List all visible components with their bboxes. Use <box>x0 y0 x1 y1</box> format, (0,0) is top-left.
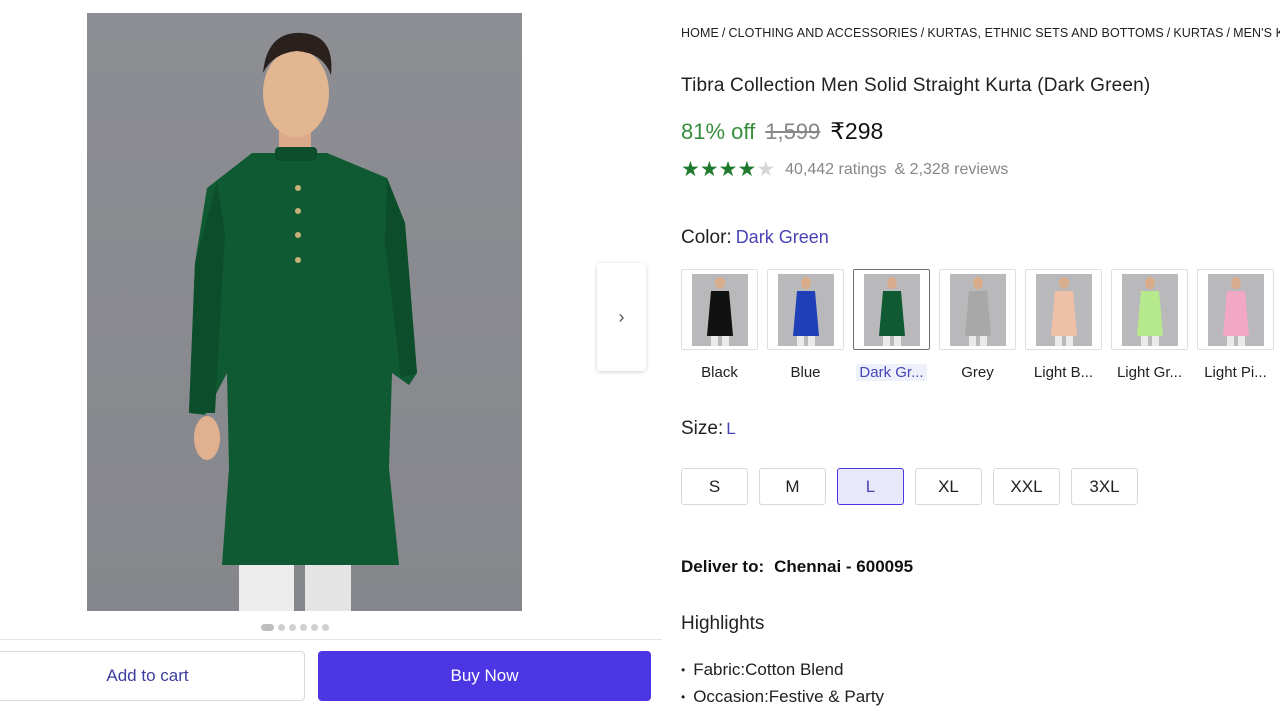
price-row: 81% off 1,599 ₹298 <box>681 118 883 145</box>
swatch-thumbnail <box>767 269 844 350</box>
swatch-label: Blue <box>790 364 821 381</box>
highlight-item: • Fabric:Cotton Blend <box>681 656 884 683</box>
swatch-thumbnail <box>853 269 930 350</box>
carousel-dot[interactable] <box>300 624 307 631</box>
swatch-thumbnail <box>1025 269 1102 350</box>
color-heading: Color: Dark Green <box>681 227 829 249</box>
breadcrumb-kurtas-ethnic[interactable]: KURTAS, ETHNIC SETS AND BOTTOMS <box>927 26 1163 40</box>
delivery-location[interactable]: Chennai - 600095 <box>774 557 913 576</box>
swatch-image <box>949 273 1006 346</box>
swatch-label: Dark Gr... <box>856 364 927 381</box>
carousel-dot[interactable] <box>311 624 318 631</box>
size-option[interactable]: S <box>681 468 748 505</box>
star-icon: ★ <box>756 158 776 181</box>
swatch-thumbnail <box>939 269 1016 350</box>
bullet-icon: • <box>681 662 686 677</box>
swatch-thumbnail <box>1111 269 1188 350</box>
carousel-next-button[interactable]: › <box>597 263 646 371</box>
highlight-item: • Occasion:Festive & Party <box>681 683 884 710</box>
breadcrumb-mens-kurtas[interactable]: MEN'S KURTAS <box>1233 26 1280 40</box>
color-swatch[interactable]: Light Gr... <box>1111 269 1188 381</box>
divider <box>0 639 662 640</box>
breadcrumb-kurtas[interactable]: KURTAS <box>1173 26 1223 40</box>
swatch-thumbnail <box>1197 269 1274 350</box>
color-swatch[interactable]: Black <box>681 269 758 381</box>
discount-percent: 81% off <box>681 119 756 144</box>
carousel-dot[interactable] <box>322 624 329 631</box>
deliver-label: Deliver to: <box>681 557 765 576</box>
carousel-dots <box>261 624 329 631</box>
product-title: Tibra Collection Men Solid Straight Kurt… <box>681 75 1151 96</box>
bullet-icon: • <box>681 689 686 704</box>
selling-price: ₹298 <box>830 118 884 144</box>
selected-color: Dark Green <box>735 227 829 247</box>
swatch-label: Grey <box>961 364 994 381</box>
breadcrumb-home[interactable]: HOME <box>681 26 719 40</box>
highlights-heading: Highlights <box>681 613 765 634</box>
star-icon: ★ <box>699 158 719 181</box>
color-swatch[interactable]: Light Pi... <box>1197 269 1274 381</box>
reviews-count: & 2,328 reviews <box>894 160 1009 178</box>
buy-now-button[interactable]: Buy Now <box>318 651 651 701</box>
size-option[interactable]: L <box>837 468 904 505</box>
breadcrumb-separator: / <box>920 26 925 40</box>
color-swatch[interactable]: Light B... <box>1025 269 1102 381</box>
selected-size: L <box>726 419 736 438</box>
star-icon: ★ <box>681 158 700 181</box>
rating-summary[interactable]: ★ ★ ★ ★ ★ 40,442 ratings & 2,328 reviews <box>681 159 1008 180</box>
star-rating: ★ ★ ★ ★ ★ <box>681 159 775 180</box>
color-label: Color: <box>681 227 732 248</box>
swatch-image <box>863 273 920 346</box>
carousel-dot[interactable] <box>289 624 296 631</box>
breadcrumb: HOME / CLOTHING AND ACCESSORIES / KURTAS, ET… <box>681 26 1280 40</box>
highlights-list: • Fabric:Cotton Blend • Occasion:Festive & … <box>681 656 884 710</box>
size-options: S M L XL XXL 3XL <box>681 468 1138 505</box>
swatch-label: Light Pi... <box>1204 364 1267 381</box>
color-swatch[interactable]: Dark Gr... <box>853 269 930 381</box>
swatch-label: Light B... <box>1033 364 1094 381</box>
carousel-dot[interactable] <box>261 624 274 631</box>
highlight-text: Occasion:Festive & Party <box>693 686 885 706</box>
size-heading: Size: L <box>681 418 736 440</box>
swatch-image <box>1207 273 1264 346</box>
swatch-image <box>691 273 748 346</box>
add-to-cart-button[interactable]: Add to cart <box>0 651 305 701</box>
swatch-thumbnail <box>681 269 758 350</box>
breadcrumb-separator: / <box>721 26 726 40</box>
delivery-info: Deliver to: Chennai - 600095 <box>681 557 913 577</box>
product-image[interactable] <box>87 13 522 611</box>
kurta-model-illustration <box>189 32 417 611</box>
swatch-image <box>1121 273 1178 346</box>
swatch-label: Black <box>701 364 738 381</box>
ratings-count: 40,442 ratings <box>785 160 887 178</box>
size-option[interactable]: 3XL <box>1071 468 1138 505</box>
carousel-dot[interactable] <box>278 624 285 631</box>
chevron-right-icon: › <box>618 306 625 327</box>
color-swatch[interactable]: Blue <box>767 269 844 381</box>
breadcrumb-clothing[interactable]: CLOTHING AND ACCESSORIES <box>728 26 917 40</box>
size-option[interactable]: XL <box>915 468 982 505</box>
size-label: Size: <box>681 418 724 439</box>
original-price: 1,599 <box>765 119 821 144</box>
swatch-image <box>777 273 834 346</box>
star-icon: ★ <box>737 158 757 181</box>
swatch-label: Light Gr... <box>1116 364 1183 381</box>
breadcrumb-separator: / <box>1226 26 1231 40</box>
size-option[interactable]: XXL <box>993 468 1060 505</box>
star-icon: ★ <box>718 158 738 181</box>
color-swatch[interactable]: Grey <box>939 269 1016 381</box>
size-option[interactable]: M <box>759 468 826 505</box>
image-gallery: › Add to cart Buy Now <box>0 0 662 711</box>
breadcrumb-separator: / <box>1166 26 1171 40</box>
highlight-text: Fabric:Cotton Blend <box>693 659 844 679</box>
swatch-image <box>1035 273 1092 346</box>
color-swatches: Black Blue Dark Gr... Grey Light B... Light G… <box>681 269 1274 381</box>
